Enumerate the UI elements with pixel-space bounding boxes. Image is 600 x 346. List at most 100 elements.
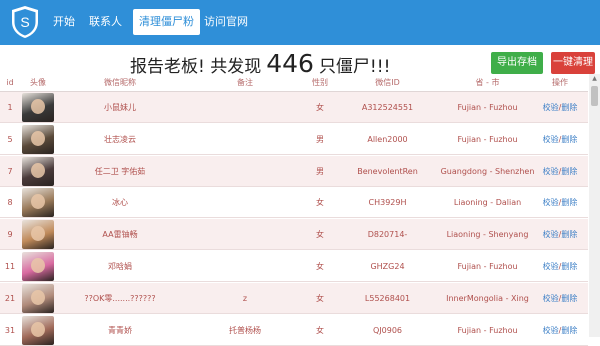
one-click-clean-button[interactable]: 一键清理: [551, 52, 595, 74]
row-nickname: 壮志凌云: [104, 134, 136, 144]
row-note: 托普杨杨: [229, 325, 261, 335]
avatar-face: [31, 226, 45, 242]
vertical-scrollbar[interactable]: ▲: [589, 74, 600, 337]
row-wechat-id: L55268401: [364, 293, 411, 303]
row-id: 31: [4, 325, 16, 335]
scroll-up-arrow-icon[interactable]: ▲: [589, 74, 600, 84]
col-header-wechat-id: 微信ID: [375, 78, 400, 87]
avatar: [22, 93, 54, 122]
verify-link[interactable]: 校验: [543, 103, 559, 112]
verify-link[interactable]: 校验: [543, 326, 559, 335]
col-header-id: id: [6, 78, 14, 87]
table-row: 21 ??OK零.......?????? z 女 L55268401 InnerMong…: [0, 282, 588, 314]
row-note: [185, 156, 305, 187]
verify-link[interactable]: 校验: [543, 230, 559, 239]
row-id: 9: [7, 230, 13, 240]
verify-link[interactable]: 校验: [543, 135, 559, 144]
row-id: 5: [7, 134, 13, 144]
avatar-face: [31, 289, 45, 305]
row-note: [185, 251, 305, 282]
nav-item-start[interactable]: 开始: [53, 13, 75, 31]
row-wechat-id: QJ0906: [372, 325, 402, 335]
row-wechat-id: GHZG24: [370, 262, 405, 271]
row-sex: 男: [316, 166, 324, 176]
row-wechat-id: CH3929H: [368, 198, 407, 208]
row-note: [185, 124, 305, 155]
delete-link[interactable]: 删除: [561, 262, 577, 271]
shield-logo-icon[interactable]: S: [10, 5, 40, 39]
nav-item-contacts[interactable]: 联系人: [89, 13, 122, 31]
row-wechat-id: Allen2000: [367, 134, 408, 144]
delete-link[interactable]: 删除: [561, 103, 577, 112]
delete-link[interactable]: 删除: [561, 294, 577, 303]
row-region: Fujian - Fuzhou: [457, 103, 518, 112]
row-nickname: 任二卫 字佑茹: [94, 166, 146, 176]
row-region: Fujian - Fuzhou: [457, 325, 518, 335]
nav-item-visit-website[interactable]: 访问官网: [204, 13, 248, 31]
row-sex: 男: [316, 134, 324, 144]
delete-link[interactable]: 删除: [561, 135, 577, 144]
row-region: Liaoning - Dalian: [453, 198, 522, 208]
col-header-region: 省 - 市: [475, 78, 500, 87]
col-header-actions: 操作: [552, 78, 568, 87]
row-actions: 校验/删除: [535, 156, 585, 187]
nav-item-clean-zombie-fans[interactable]: 清理僵尸粉: [133, 9, 200, 35]
row-sex: 女: [316, 198, 324, 208]
row-nickname: 冰心: [112, 198, 128, 208]
verify-link[interactable]: 校验: [543, 294, 559, 303]
avatar-face: [31, 194, 45, 210]
logo-letter: S: [20, 14, 29, 30]
verify-link[interactable]: 校验: [543, 167, 559, 176]
row-id: 11: [4, 262, 16, 271]
row-actions: 校验/删除: [535, 251, 585, 282]
row-actions: 校验/删除: [535, 315, 585, 346]
row-region: Fujian - Fuzhou: [457, 262, 518, 271]
avatar: [22, 156, 54, 186]
avatar-face: [31, 130, 45, 146]
export-archive-button[interactable]: 导出存档: [491, 52, 543, 74]
row-id: 21: [4, 293, 16, 303]
row-note: [185, 187, 305, 218]
table-row: 11 邓晗娟 女 GHZG24 Fujian - Fuzhou 校验/删除: [0, 251, 588, 282]
row-sex: 女: [316, 262, 324, 271]
row-sex: 女: [316, 325, 324, 335]
table-row: 9 AA雷铀畅 女 D820714- Liaoning - Shenyang 校验/删除: [0, 219, 588, 251]
table-row: 1 小鼠妹儿 女 A312524551 Fujian - Fuzhou 校验/删除: [0, 92, 588, 123]
row-wechat-id: D820714-: [367, 230, 408, 240]
row-region: InnerMongolia - Xing: [446, 293, 529, 303]
avatar: [22, 220, 54, 250]
col-header-note: 备注: [237, 78, 253, 87]
row-nickname: 邓晗娟: [108, 262, 132, 271]
avatar: [22, 315, 54, 345]
avatar: [22, 188, 54, 218]
row-nickname: ??OK零.......??????: [84, 293, 156, 303]
avatar-face: [31, 99, 45, 114]
delete-link[interactable]: 删除: [561, 167, 577, 176]
row-id: 1: [7, 103, 13, 112]
verify-link[interactable]: 校验: [543, 198, 559, 207]
avatar: [22, 283, 54, 313]
row-nickname: 小鼠妹儿: [104, 103, 136, 112]
row-actions: 校验/删除: [535, 219, 585, 250]
row-note: [185, 219, 305, 250]
avatar-face: [31, 258, 45, 273]
row-wechat-id: A312524551: [361, 103, 414, 112]
row-actions: 校验/删除: [535, 92, 585, 123]
row-wechat-id: BenevolentRen: [357, 166, 418, 176]
table-row: 8 冰心 女 CH3929H Liaoning - Dalian 校验/删除: [0, 187, 588, 219]
row-sex: 女: [316, 230, 324, 240]
row-id: 7: [7, 166, 13, 176]
verify-link[interactable]: 校验: [543, 262, 559, 271]
row-region: Liaoning - Shenyang: [446, 230, 529, 240]
delete-link[interactable]: 删除: [561, 326, 577, 335]
row-region: Guangdong - Shenzhen: [440, 166, 535, 176]
avatar: [22, 124, 54, 154]
row-actions: 校验/删除: [535, 124, 585, 155]
row-sex: 女: [316, 293, 324, 303]
col-header-sex: 性别: [312, 78, 328, 87]
scroll-thumb[interactable]: [591, 86, 598, 106]
report-headline: 报告老板! 共发现 446 只僵尸!!!: [130, 49, 390, 78]
table-row: 31 青青娇 托普杨杨 女 QJ0906 Fujian - Fuzhou 校验/删除: [0, 314, 588, 346]
delete-link[interactable]: 删除: [561, 198, 577, 207]
delete-link[interactable]: 删除: [561, 230, 577, 239]
